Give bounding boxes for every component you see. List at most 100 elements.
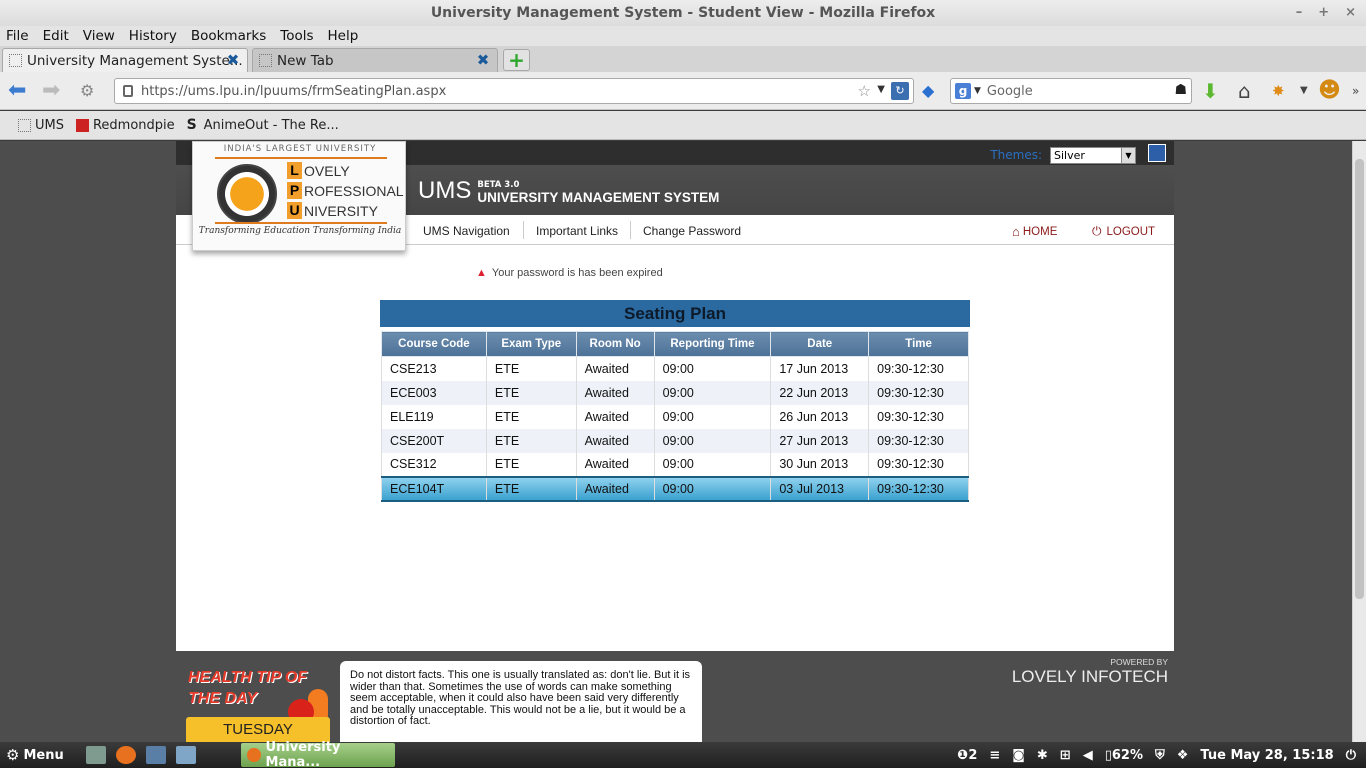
system-tray: ❶2 ≡ ◙ ✱ ⊞ ◀ ▯62% ⛨ ❖ Tue May 28, 15:18 …: [957, 742, 1356, 768]
network-icon[interactable]: ⊞: [1060, 748, 1071, 763]
cell-reporting-time: 09:00: [653, 428, 772, 453]
firebug-icon[interactable]: ✸: [1272, 80, 1285, 102]
download-arrow-icon[interactable]: ⬇: [1202, 80, 1219, 102]
url-dropdown-icon[interactable]: ▼: [877, 84, 885, 95]
cell-exam-type: ETE: [485, 380, 577, 405]
vertical-scrollbar[interactable]: [1352, 141, 1366, 742]
bookmark-star-icon[interactable]: ☆: [858, 82, 871, 100]
power-icon[interactable]: ⏻: [1346, 748, 1356, 763]
engine-dropdown-icon[interactable]: ▼: [974, 86, 981, 96]
page-viewport: Themes: Silver ▼ INDIA'S LARGEST UNIVERS…: [0, 141, 1366, 742]
warning-icon: ▲: [476, 267, 487, 279]
ums-short-title: UMS: [418, 177, 472, 204]
screenshot-icon[interactable]: ◙: [1012, 748, 1025, 763]
logo-divider: [215, 222, 387, 224]
nav-ums-navigation[interactable]: UMS Navigation: [423, 224, 510, 238]
bluetooth-icon[interactable]: ✱: [1037, 748, 1048, 763]
new-tab-button[interactable]: +: [503, 49, 530, 71]
table-row[interactable]: ELE119 ETE Awaited 09:00 26 Jun 2013 09:…: [381, 404, 969, 429]
cell-time: 09:30-12:30: [868, 356, 969, 381]
close-window-button[interactable]: ×: [1345, 0, 1356, 26]
bookmark-animeout[interactable]: S AnimeOut - The Re...: [187, 118, 339, 133]
forward-arrow-icon[interactable]: ➡: [42, 78, 60, 104]
scrollbar-thumb[interactable]: [1355, 159, 1364, 599]
show-desktop-icon[interactable]: [85, 746, 106, 764]
hamburger-icon[interactable]: ≡: [989, 748, 1000, 763]
column-header-course-code[interactable]: Course Code: [381, 331, 487, 357]
addon-icon[interactable]: ◆: [922, 80, 934, 102]
table-row[interactable]: CSE213 ETE Awaited 09:00 17 Jun 2013 09:…: [381, 356, 969, 381]
company-name: LOVELY INFOTECH: [1011, 667, 1168, 686]
maximize-button[interactable]: +: [1318, 0, 1329, 26]
search-go-icon[interactable]: ☗: [1174, 82, 1187, 98]
close-tab-icon[interactable]: ✖: [225, 52, 241, 68]
menu-bookmarks[interactable]: Bookmarks: [191, 28, 266, 44]
nav-change-password[interactable]: Change Password: [643, 224, 741, 238]
firefox-icon[interactable]: [115, 746, 136, 764]
column-header-date[interactable]: Date: [770, 331, 870, 357]
menu-tools[interactable]: Tools: [280, 28, 313, 44]
battery-indicator[interactable]: ▯62%: [1105, 748, 1143, 763]
menu-file[interactable]: File: [6, 28, 29, 44]
back-arrow-icon[interactable]: ⬅: [8, 78, 26, 104]
bookmark-redmondpie[interactable]: Redmondpie: [75, 118, 175, 133]
shield-icon[interactable]: ⛨: [1155, 748, 1165, 763]
google-engine-icon[interactable]: g: [955, 83, 971, 99]
tools-icon[interactable]: ⚙: [80, 78, 94, 104]
close-tab-icon[interactable]: ✖: [475, 52, 491, 68]
addon-dropdown-icon[interactable]: ▼: [1300, 80, 1308, 102]
theme-select[interactable]: Silver ▼: [1050, 147, 1136, 164]
table-row[interactable]: CSE200T ETE Awaited 09:00 27 Jun 2013 09…: [381, 428, 969, 453]
menu-history[interactable]: History: [129, 28, 177, 44]
table-row-selected[interactable]: ECE104T ETE Awaited 09:00 03 Jul 2013 09…: [381, 475, 969, 502]
editor-icon[interactable]: [175, 746, 196, 764]
tab-ums[interactable]: University Management Syste... ✖: [2, 48, 248, 72]
column-header-reporting-time[interactable]: Reporting Time: [653, 331, 772, 357]
url-bar[interactable]: https://ums.lpu.in/lpuums/frmSeatingPlan…: [114, 78, 914, 104]
volume-icon[interactable]: ◀: [1083, 748, 1093, 763]
notifications-indicator[interactable]: ❶2: [957, 748, 977, 763]
bookmark-ums[interactable]: UMS: [18, 118, 64, 133]
seating-plan-table: Course Code Exam Type Room No Reporting …: [381, 331, 969, 502]
cell-reporting-time: 09:00: [653, 452, 772, 477]
tab-new-tab[interactable]: New Tab ✖: [252, 48, 498, 72]
minimize-button[interactable]: –: [1296, 0, 1303, 26]
redmondpie-icon: [75, 118, 89, 132]
logo-tagline-top: INDIA'S LARGEST UNIVERSITY: [223, 144, 377, 154]
terminal-icon[interactable]: [145, 746, 166, 764]
cell-date: 22 Jun 2013: [770, 380, 870, 405]
column-header-time[interactable]: Time: [868, 331, 969, 357]
cell-reporting-time: 09:00: [653, 475, 772, 502]
table-row[interactable]: CSE312 ETE Awaited 09:00 30 Jun 2013 09:…: [381, 452, 969, 477]
dropbox-icon[interactable]: ❖: [1177, 748, 1189, 763]
page-body: ▲ Your password is has been expired Seat…: [176, 245, 1174, 651]
cell-exam-type: ETE: [485, 404, 577, 429]
menu-help[interactable]: Help: [328, 28, 359, 44]
page-icon: [259, 54, 272, 67]
powered-by: POWERED BY LOVELY INFOTECH: [1012, 657, 1168, 687]
search-bar[interactable]: g ▼ Google ☗: [950, 78, 1192, 104]
logout-link[interactable]: ⏻ LOGOUT: [1092, 224, 1155, 239]
cell-time: 09:30-12:30: [868, 475, 969, 502]
firefox-icon: [247, 748, 261, 762]
monkey-icon[interactable]: ☻: [1318, 80, 1341, 102]
home-link[interactable]: ⌂ HOME: [1012, 224, 1057, 239]
column-header-room-no[interactable]: Room No: [575, 331, 655, 357]
os-taskbar: ⚙ Menu University Mana... ❶2 ≡ ◙ ✱ ⊞ ◀ ▯…: [0, 740, 1366, 768]
menu-view[interactable]: View: [83, 28, 115, 44]
menu-edit[interactable]: Edit: [43, 28, 69, 44]
save-icon[interactable]: [1148, 144, 1166, 162]
clock[interactable]: Tue May 28, 15:18: [1200, 748, 1333, 763]
taskbar-window-ums[interactable]: University Mana...: [241, 740, 395, 768]
home-icon[interactable]: ⌂: [1238, 80, 1251, 102]
column-header-exam-type[interactable]: Exam Type: [485, 331, 577, 357]
search-placeholder: Google: [986, 83, 1033, 99]
cell-date: 30 Jun 2013: [770, 452, 870, 477]
theme-selected-value: Silver: [1054, 149, 1085, 162]
lpu-logo[interactable]: INDIA'S LARGEST UNIVERSITY L OVELY P ROFES…: [192, 141, 406, 251]
reload-icon[interactable]: ↻: [891, 82, 909, 100]
table-row[interactable]: ECE003 ETE Awaited 09:00 22 Jun 2013 09:…: [381, 380, 969, 405]
start-menu-button[interactable]: ⚙ Menu: [0, 746, 64, 764]
nav-important-links[interactable]: Important Links: [536, 224, 618, 238]
overflow-chevron-icon[interactable]: »: [1352, 80, 1359, 102]
